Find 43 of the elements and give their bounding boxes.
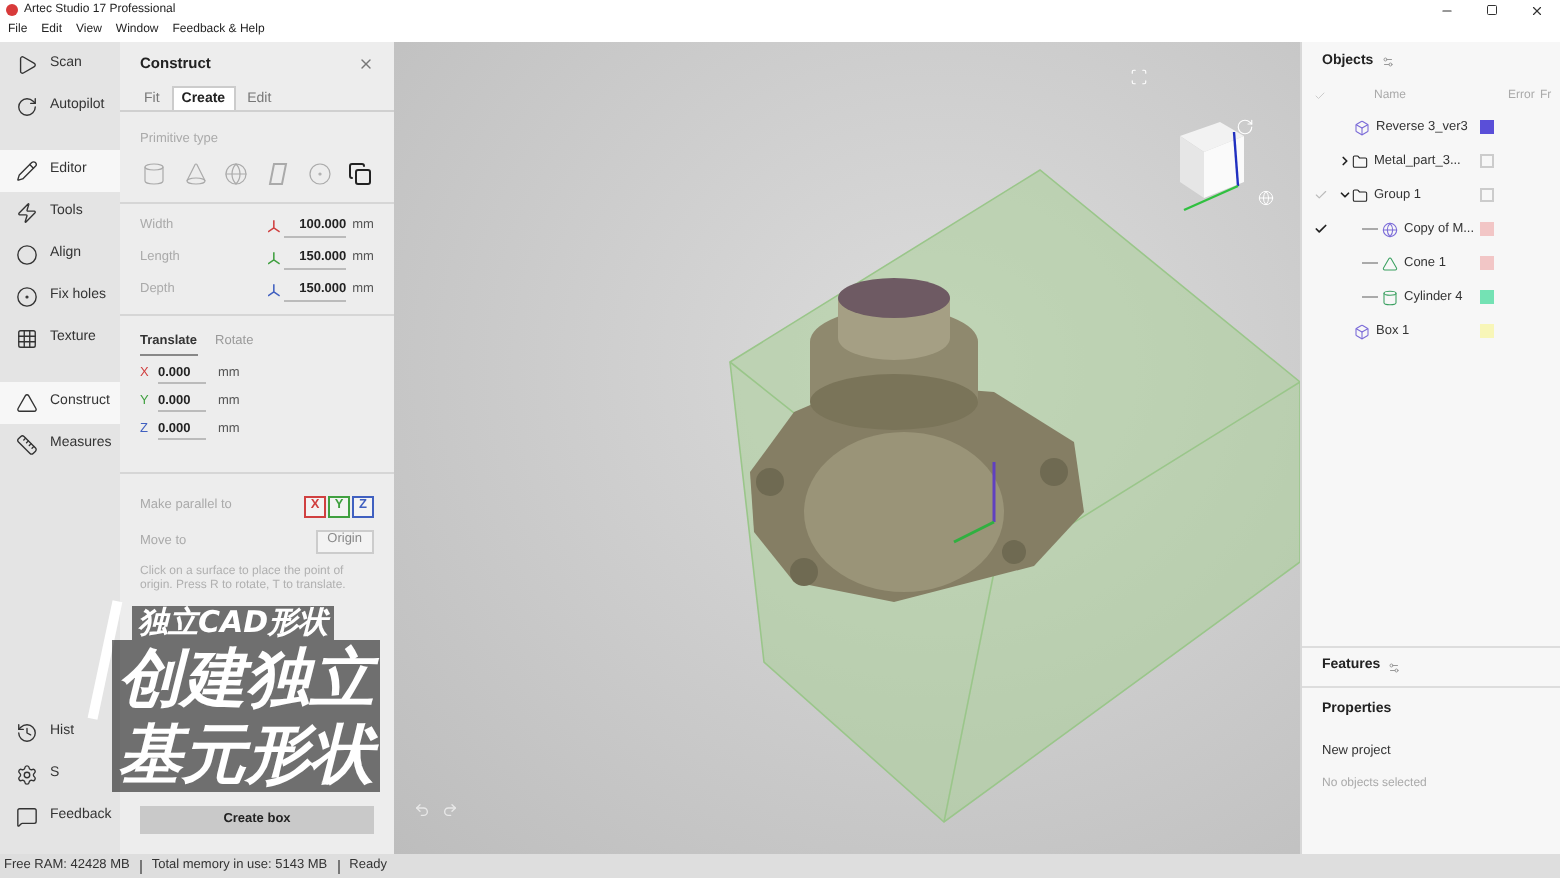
dot-circle-icon [16,286,38,308]
ruler-icon [16,434,38,456]
box-icon [348,161,373,186]
parallelogram-icon [267,161,288,186]
message-icon [16,806,38,828]
primitive-button[interactable] [346,159,375,188]
view-cube-drawing [1180,122,1244,212]
rotate-icon [16,96,38,118]
sphere-icon[interactable] [1258,190,1274,206]
caret-icon[interactable] [1338,188,1352,202]
history-icon [16,722,38,744]
grid-icon [16,328,38,350]
cone-icon [183,161,207,186]
caption-text: 独立CAD形状 [132,606,335,640]
caption-text: 基元形状 [112,716,380,792]
triangle-icon [16,392,38,414]
empty-swatch [1480,154,1494,168]
check-icon [1314,90,1326,102]
pencil-icon [16,160,38,182]
folder-icon [1352,187,1368,203]
caret-icon[interactable] [1338,154,1352,168]
cylinder-icon [141,161,166,186]
torus-icon [307,161,332,186]
sphere-icon [1382,221,1398,237]
circle-icon [16,244,38,266]
triangle-icon [1382,255,1398,271]
maximize-icon[interactable] [1486,4,1498,16]
3d-viewport[interactable] [394,42,1300,854]
cylinder-icon [1382,289,1398,305]
caption-text: 创建独立 [112,640,380,716]
close-icon[interactable] [1530,3,1544,17]
rotate-icon[interactable] [1236,118,1254,136]
folder-icon [1352,153,1368,169]
undo-icon[interactable] [414,802,430,818]
fit-view-icon[interactable] [1130,68,1148,86]
app-logo-icon [6,4,18,16]
empty-swatch [1480,188,1494,202]
lightning-icon [16,202,38,224]
cube-icon [1354,323,1370,339]
cube-icon [1354,119,1370,135]
play-icon [16,54,38,76]
redo-icon[interactable] [442,802,458,818]
sphere-icon [224,161,249,186]
